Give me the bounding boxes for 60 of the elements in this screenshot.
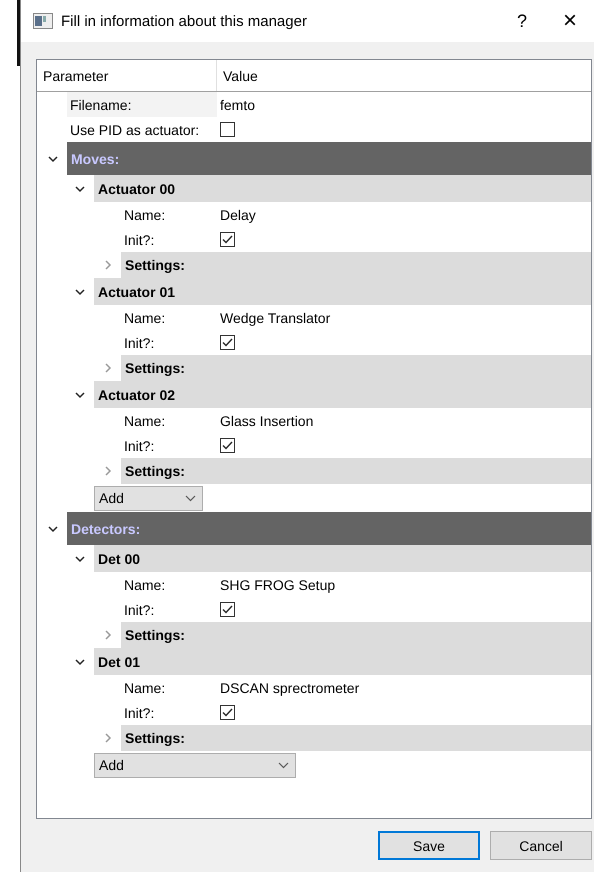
checkbox[interactable]: [220, 232, 235, 247]
item-header: Det 01: [94, 648, 591, 675]
chevron-right-icon[interactable]: [103, 260, 113, 270]
help-button[interactable]: ?: [498, 1, 546, 41]
parameter-label: Name:: [123, 308, 166, 328]
chevron-down-icon[interactable]: [48, 524, 58, 534]
chevron-down-icon: [278, 762, 289, 768]
chevron-down-icon[interactable]: [75, 390, 85, 400]
chevron-down-icon[interactable]: [75, 656, 85, 666]
checkbox[interactable]: [220, 602, 235, 617]
window-title: Fill in information about this manager: [61, 12, 308, 30]
parameter-label: Init?:: [123, 600, 156, 620]
parameter-label: Init?:: [123, 436, 156, 456]
value-text[interactable]: SHG FROG Setup: [217, 572, 591, 597]
parameter-label: Name:: [123, 576, 166, 594]
settings-header: Settings:: [121, 725, 591, 751]
value-text[interactable]: femto: [217, 92, 591, 117]
settings-header: Settings:: [121, 252, 591, 278]
checkbox[interactable]: [220, 705, 235, 720]
parameter-label: Use PID as actuator:: [69, 120, 200, 140]
value-text[interactable]: Glass Insertion: [217, 408, 591, 433]
parameter-label: Name:: [123, 412, 166, 430]
value-text[interactable]: Wedge Translator: [217, 305, 591, 330]
chevron-down-icon: [185, 494, 196, 502]
chevron-down-icon[interactable]: [75, 184, 85, 194]
item-header: Actuator 02: [94, 381, 591, 408]
parameter-label: Init?:: [123, 230, 156, 250]
settings-header: Settings:: [121, 622, 591, 648]
item-header: Actuator 00: [94, 175, 591, 202]
column-header[interactable]: Value: [217, 60, 591, 91]
chevron-down-icon[interactable]: [75, 286, 85, 296]
value-text[interactable]: DSCAN sprectrometer: [217, 675, 591, 700]
parameter-label: Name:: [123, 206, 166, 224]
chevron-right-icon[interactable]: [103, 733, 113, 743]
chevron-down-icon[interactable]: [75, 554, 85, 564]
item-header: Actuator 01: [94, 278, 591, 305]
chevron-down-icon[interactable]: [48, 154, 58, 164]
cancel-button[interactable]: Cancel: [490, 831, 592, 860]
checkbox[interactable]: [220, 335, 235, 350]
settings-header: Settings:: [121, 355, 591, 381]
parameter-label: Filename:: [67, 92, 217, 117]
parameter-label: Init?:: [123, 334, 156, 352]
group-header: Detectors:: [67, 512, 591, 545]
checkbox[interactable]: [220, 122, 235, 137]
add-dropdown[interactable]: Add: [94, 752, 296, 778]
add-dropdown[interactable]: Add: [94, 486, 203, 510]
parameter-label: Init?:: [123, 704, 156, 722]
group-header: Moves:: [67, 142, 591, 175]
chevron-right-icon[interactable]: [103, 630, 113, 640]
item-header: Det 00: [94, 545, 591, 572]
save-button[interactable]: Save: [378, 831, 480, 860]
chevron-right-icon[interactable]: [103, 363, 113, 373]
column-header[interactable]: Parameter: [37, 60, 217, 91]
window-icon: [33, 13, 53, 29]
checkbox[interactable]: [220, 438, 235, 453]
close-button[interactable]: ×: [546, 1, 594, 41]
value-text[interactable]: Delay: [217, 202, 591, 227]
settings-header: Settings:: [121, 458, 591, 484]
chevron-right-icon[interactable]: [103, 466, 113, 476]
parameter-label: Name:: [123, 678, 166, 698]
